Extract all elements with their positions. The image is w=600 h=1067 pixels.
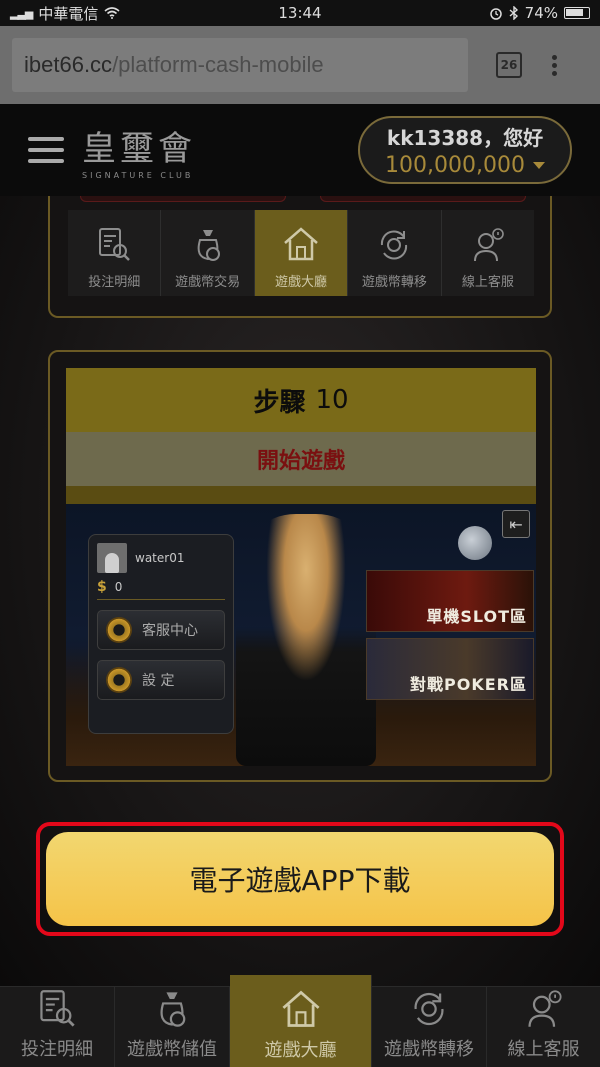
service-coin-icon — [106, 617, 132, 643]
settings-button: 設 定 — [97, 660, 225, 700]
menu-label: 投注明細 — [88, 275, 141, 290]
poker-banner-label: 對戰POKER區 — [410, 675, 527, 694]
support-agent-icon — [473, 228, 504, 262]
moon-image — [458, 526, 492, 560]
menu-item-coin-transfer[interactable]: 遊戲幣轉移 — [348, 210, 442, 296]
wifi-icon — [104, 7, 120, 19]
nav-label: 遊戲大廳 — [264, 1040, 337, 1061]
bottom-nav: 投注明細 遊戲幣儲值 遊戲大廳 遊戲幣轉移 線上客服 — [0, 975, 600, 1067]
menu-label: 線上客服 — [461, 275, 514, 290]
slot-banner-label: 單機SLOT區 — [426, 607, 527, 626]
nav-coin-deposit[interactable]: 遊戲幣儲值 — [115, 987, 230, 1067]
caret-down-icon — [532, 162, 545, 169]
step-number: 10 — [315, 385, 349, 415]
url-path: /platform-cash-mobile — [112, 52, 324, 77]
menu-item-online-support[interactable]: 線上客服 — [442, 210, 534, 296]
brand-name: 皇璽會 — [82, 128, 196, 169]
menu-label: 遊戲幣交易 — [175, 275, 241, 290]
tabs-button[interactable]: 26 — [496, 52, 522, 78]
panel-button-stub — [80, 196, 286, 202]
service-center-label: 客服中心 — [142, 623, 198, 639]
site-header: 皇璽會 SIGNATURE CLUB kk13388，您好 100,000,00… — [0, 104, 600, 196]
logo[interactable]: 皇璽會 SIGNATURE CLUB — [82, 121, 196, 180]
home-icon — [281, 990, 320, 1027]
bluetooth-icon — [509, 6, 519, 20]
coin-transfer-icon — [414, 992, 444, 1026]
highlight-frame: 電子遊戲APP下載 — [36, 822, 564, 936]
panel-button-stub — [320, 196, 526, 202]
step-subtitle: 開始遊戲 — [66, 432, 536, 486]
player-coins: $ 0 — [97, 579, 225, 600]
menu-icon[interactable] — [28, 137, 64, 163]
account-menu-panel: 投注明細 遊戲幣交易 遊戲大廳 遊戲幣轉移 線上客服 — [48, 196, 552, 318]
settings-label: 設 定 — [142, 673, 175, 689]
step-title: 步驟 10 — [66, 368, 536, 432]
nav-label: 線上客服 — [507, 1039, 580, 1060]
service-center-button: 客服中心 — [97, 610, 225, 650]
menu-item-coin-trade[interactable]: 遊戲幣交易 — [161, 210, 255, 296]
step-divider — [66, 486, 536, 504]
battery-percent: 74% — [524, 4, 558, 22]
support-agent-icon — [527, 990, 562, 1027]
brand-subtitle: SIGNATURE CLUB — [82, 170, 194, 180]
carrier-label: 中華電信 — [38, 4, 99, 23]
nav-online-support[interactable]: 線上客服 — [487, 987, 600, 1067]
gear-icon — [106, 667, 132, 693]
more-options-icon[interactable] — [552, 54, 557, 76]
exit-icon: ⇤ — [502, 510, 530, 538]
slot-banner: 單機SLOT區 — [366, 570, 534, 632]
money-bag-icon — [160, 992, 186, 1027]
menu-label: 遊戲大廳 — [275, 275, 328, 290]
nav-coin-transfer[interactable]: 遊戲幣轉移 — [372, 987, 487, 1067]
game-screenshot: ⇤ water01 $ 0 客服中心 設 定 單機SLOT區 對戰POKER區 — [66, 504, 536, 766]
money-bag-icon — [197, 230, 220, 261]
nav-label: 投注明細 — [21, 1039, 93, 1060]
character-illustration — [236, 514, 376, 766]
coin-value: 0 — [114, 580, 123, 594]
balance-dropdown[interactable]: 100,000,000 — [385, 153, 545, 178]
user-greeting: kk13388，您好 — [386, 126, 544, 150]
coin-transfer-icon — [381, 230, 408, 260]
battery-icon — [564, 7, 590, 19]
signal-icon: ▂▃▅ — [10, 6, 33, 20]
status-bar: ▂▃▅ 中華電信 13:44 74% — [0, 0, 600, 26]
dollar-icon: $ — [97, 579, 107, 595]
nav-bet-details[interactable]: 投注明細 — [0, 987, 115, 1067]
nav-label: 遊戲幣轉移 — [384, 1039, 474, 1060]
url-bar[interactable]: ibet66.cc/platform-cash-mobile — [12, 38, 468, 92]
receipt-search-icon — [99, 228, 131, 261]
nav-game-lobby[interactable]: 遊戲大廳 — [230, 975, 372, 1067]
nav-label: 遊戲幣儲值 — [127, 1039, 217, 1060]
menu-label: 遊戲幣轉移 — [361, 275, 427, 290]
receipt-search-icon — [40, 990, 75, 1027]
app-download-button[interactable]: 電子遊戲APP下載 — [46, 832, 554, 926]
step-label: 步驟 — [253, 387, 306, 418]
balance-value: 100,000,000 — [385, 153, 525, 178]
account-menu: 投注明細 遊戲幣交易 遊戲大廳 遊戲幣轉移 線上客服 — [68, 210, 534, 296]
alarm-icon — [489, 6, 503, 20]
browser-bar: ibet66.cc/platform-cash-mobile 26 — [0, 26, 600, 104]
poker-banner: 對戰POKER區 — [366, 638, 534, 700]
user-balance-box[interactable]: kk13388，您好 100,000,000 — [358, 116, 572, 184]
home-icon — [284, 227, 318, 261]
player-username: water01 — [135, 551, 185, 565]
avatar — [97, 543, 127, 573]
step-panel: 步驟 10 開始遊戲 ⇤ water01 $ 0 客服中心 設 定 單機SLOT… — [48, 350, 552, 782]
url-host: ibet66.cc — [24, 52, 113, 77]
menu-item-bet-details[interactable]: 投注明細 — [68, 210, 162, 296]
menu-item-game-lobby[interactable]: 遊戲大廳 — [254, 210, 349, 296]
player-card: water01 $ 0 客服中心 設 定 — [88, 534, 234, 734]
